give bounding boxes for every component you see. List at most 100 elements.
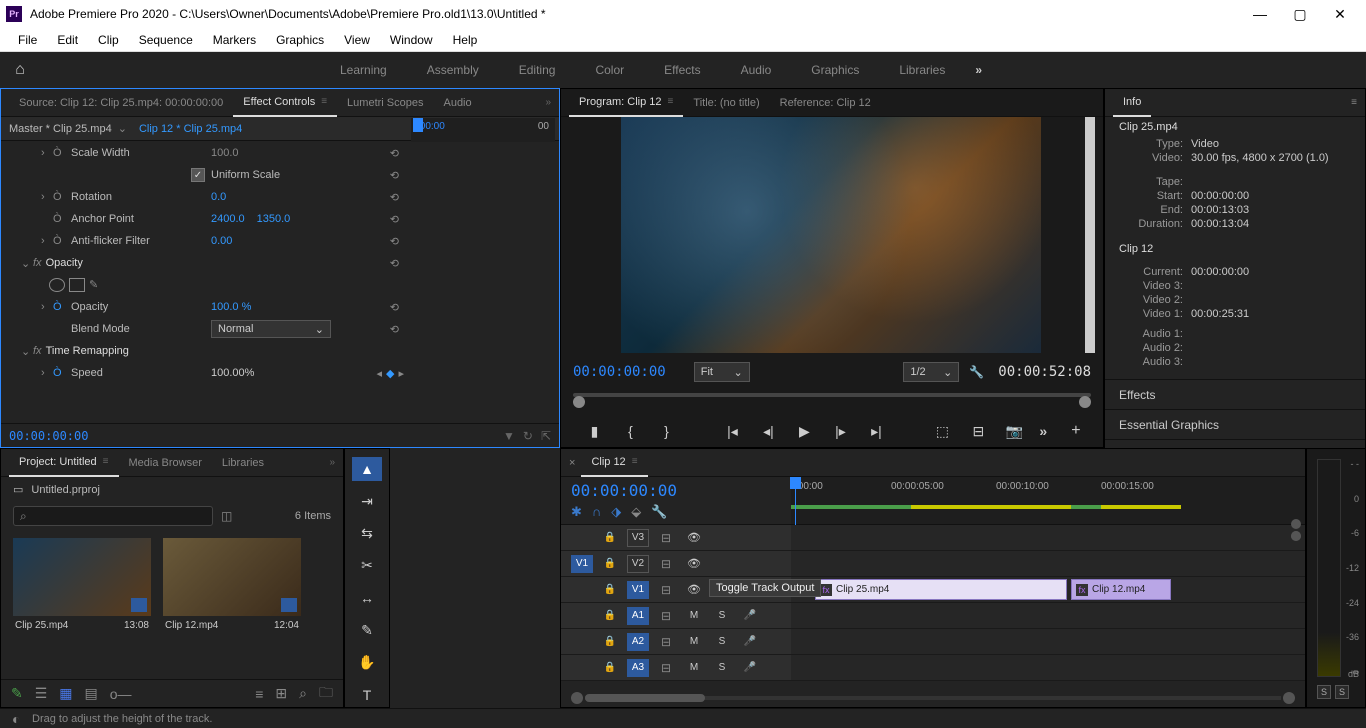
track-select-tool[interactable]: ⇥	[352, 489, 382, 513]
settings-icon[interactable]: 🔧	[969, 365, 984, 379]
project-item[interactable]: Clip 12.mp412:04	[163, 538, 301, 635]
sync-lock-toggle[interactable]: ⊟	[655, 555, 677, 573]
timeline-zoom-scrollbar[interactable]	[571, 693, 1295, 703]
workspace-audio[interactable]: Audio	[721, 52, 792, 88]
razor-tool[interactable]: ✂	[352, 554, 382, 578]
sort-icon[interactable]: ≡	[255, 686, 263, 702]
track-target[interactable]: V2	[627, 555, 649, 573]
caret-icon[interactable]: ⌄	[21, 345, 33, 358]
stopwatch-icon[interactable]: Ò	[53, 235, 67, 247]
track-output-toggle[interactable]	[683, 529, 705, 547]
panel-essential-graphics[interactable]: Essential Graphics	[1105, 410, 1365, 440]
workspace-editing[interactable]: Editing	[499, 52, 576, 88]
speed-value[interactable]: 100.00%	[211, 367, 254, 379]
anchor-y-value[interactable]: 1350.0	[257, 213, 291, 225]
keyframe-nav[interactable]: ◂◆▸	[376, 367, 404, 380]
ec-opacity-section[interactable]: ⌄ fx Opacity ⟲	[1, 252, 559, 274]
close-sequence-icon[interactable]: ×	[569, 457, 581, 469]
timeline-settings-icon[interactable]: ⬙	[631, 504, 641, 520]
tab-info[interactable]: Info	[1113, 89, 1151, 117]
zoom-select[interactable]: Fit⌄	[694, 362, 750, 382]
zoom-slider[interactable]: o—	[110, 686, 132, 702]
home-icon[interactable]: ⌂	[0, 61, 40, 79]
tab-source[interactable]: Source: Clip 12: Clip 25.mp4: 00:00:00:0…	[9, 89, 233, 117]
ec-timecode[interactable]: 00:00:00:00	[9, 429, 88, 443]
scale-width-value[interactable]: 100.0	[211, 147, 239, 159]
reset-icon[interactable]: ⟲	[390, 213, 399, 226]
find-icon[interactable]: ⌕	[299, 685, 307, 702]
project-search-input[interactable]: ⌕	[13, 506, 213, 526]
track-target[interactable]: A2	[627, 633, 649, 651]
minimize-button[interactable]: —	[1240, 0, 1280, 28]
go-to-in-icon[interactable]: |◂	[721, 423, 743, 440]
track-lock-toggle[interactable]	[599, 607, 621, 625]
caret-icon[interactable]: ⌄	[21, 257, 33, 270]
chevron-down-icon[interactable]: ⌄	[118, 122, 127, 135]
opacity-value[interactable]: 100.0 %	[211, 301, 251, 313]
project-item[interactable]: Clip 25.mp413:08	[13, 538, 151, 635]
export-frame-icon[interactable]: 📷	[1003, 423, 1025, 440]
timeline-clip[interactable]: fx Clip 12.mp4	[1071, 579, 1171, 600]
meter-solo-right[interactable]: S	[1335, 685, 1349, 699]
fx-badge-icon[interactable]: fx	[33, 257, 42, 269]
loop-icon[interactable]: ↻	[523, 429, 533, 443]
wrench-icon[interactable]: 🔧	[651, 504, 667, 520]
menu-file[interactable]: File	[8, 33, 47, 47]
rectangle-mask-icon[interactable]	[69, 278, 85, 292]
mark-out-button[interactable]: }	[655, 423, 677, 439]
tab-program[interactable]: Program: Clip 12≡	[569, 89, 683, 117]
track-lock-toggle[interactable]	[599, 555, 621, 573]
voiceover-record[interactable]	[739, 607, 761, 625]
scrub-zoom-left[interactable]	[573, 396, 585, 408]
timeline-ruler[interactable]: :00:00 00:00:05:00 00:00:10:00 00:00:15:…	[791, 477, 1305, 524]
blend-mode-select[interactable]: Normal⌄	[211, 320, 331, 338]
hand-tool[interactable]: ✋	[352, 651, 382, 675]
zoom-handle-left[interactable]	[571, 692, 583, 704]
workspace-learning[interactable]: Learning	[320, 52, 407, 88]
caret-icon[interactable]: ›	[41, 191, 53, 203]
icon-view-icon[interactable]: ▦	[59, 685, 72, 702]
track-v1-body[interactable]: Toggle Track Output fx Clip 25.mp4 fx Cl…	[791, 577, 1305, 602]
track-scroll-knob[interactable]	[1291, 519, 1301, 529]
caret-icon[interactable]: ›	[41, 147, 53, 159]
voiceover-record[interactable]	[739, 659, 761, 677]
menu-graphics[interactable]: Graphics	[266, 33, 334, 47]
tab-effect-controls[interactable]: Effect Controls≡	[233, 89, 337, 117]
go-to-out-icon[interactable]: ▸|	[865, 423, 887, 440]
stopwatch-icon[interactable]: Ò	[53, 301, 67, 313]
freeform-view-icon[interactable]: ▤	[85, 685, 98, 702]
maximize-button[interactable]: ▢	[1280, 0, 1320, 28]
program-video-frame[interactable]	[621, 117, 1041, 353]
reset-icon[interactable]: ⟲	[390, 257, 399, 270]
solo-toggle[interactable]: S	[711, 607, 733, 625]
mark-in-icon[interactable]: ▮	[583, 423, 605, 440]
scrub-zoom-right[interactable]	[1079, 396, 1091, 408]
mute-toggle[interactable]: M	[683, 659, 705, 677]
solo-toggle[interactable]: S	[711, 633, 733, 651]
track-lock-toggle[interactable]	[599, 659, 621, 677]
antiflicker-value[interactable]: 0.00	[211, 235, 232, 247]
track-lock-toggle[interactable]	[599, 581, 621, 599]
timeline-timecode[interactable]: 00:00:00:00	[571, 481, 781, 500]
menu-edit[interactable]: Edit	[47, 33, 88, 47]
panel-effects[interactable]: Effects	[1105, 380, 1365, 410]
caret-icon[interactable]: ›	[41, 367, 53, 379]
workspace-overflow[interactable]: »	[965, 63, 992, 77]
creative-cloud-icon[interactable]: ◐	[12, 711, 32, 727]
stopwatch-icon[interactable]: Ò	[53, 367, 67, 379]
mute-toggle[interactable]: M	[683, 633, 705, 651]
pen-mask-icon[interactable]: ✎	[89, 278, 105, 292]
new-bin-icon[interactable]: 🗀	[319, 682, 333, 706]
reset-icon[interactable]: ⟲	[390, 235, 399, 248]
tab-media-browser[interactable]: Media Browser	[119, 449, 212, 477]
reset-icon[interactable]: ⟲	[390, 301, 399, 314]
workspace-libraries[interactable]: Libraries	[879, 52, 965, 88]
stopwatch-icon[interactable]: Ò	[53, 213, 67, 225]
workspace-assembly[interactable]: Assembly	[407, 52, 499, 88]
tab-title[interactable]: Title: (no title)	[683, 89, 769, 117]
tab-reference[interactable]: Reference: Clip 12	[770, 89, 881, 117]
sync-lock-toggle[interactable]: ⊟	[655, 633, 677, 651]
reset-icon[interactable]: ⟲	[390, 323, 399, 336]
track-lock-toggle[interactable]	[599, 633, 621, 651]
menu-view[interactable]: View	[334, 33, 380, 47]
